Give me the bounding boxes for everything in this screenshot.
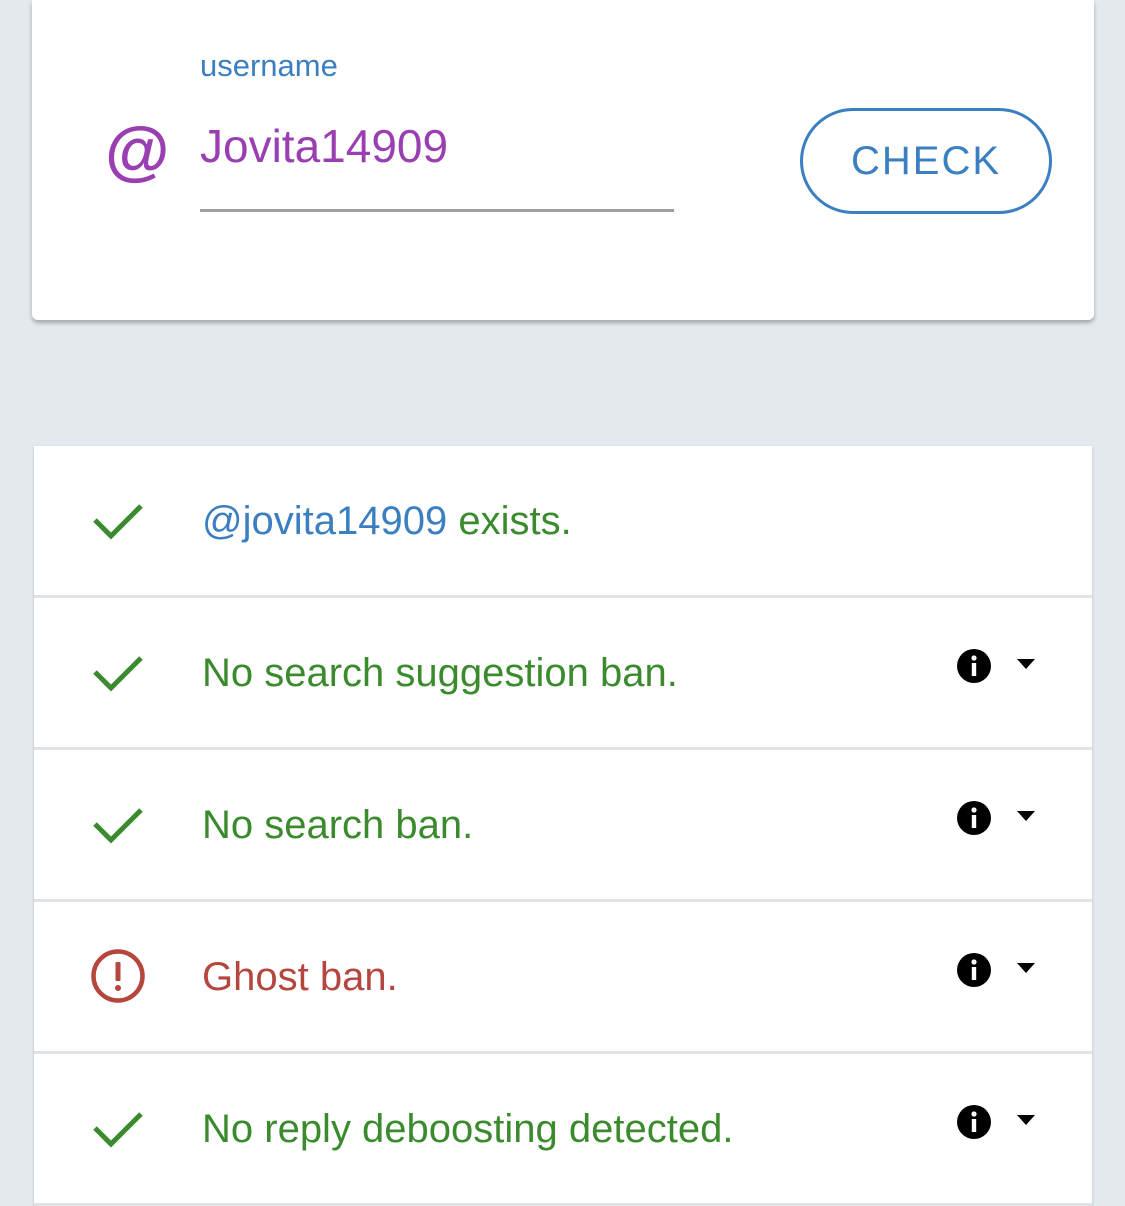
- results-list: @jovita14909 exists. No search suggestio…: [34, 446, 1092, 1206]
- username-label: username: [200, 48, 338, 83]
- result-text: No reply deboosting detected.: [202, 1107, 734, 1151]
- result-row-reply-deboosting[interactable]: No reply deboosting detected.: [34, 1054, 1092, 1206]
- check-button[interactable]: CHECK: [800, 108, 1052, 214]
- chevron-down-icon[interactable]: [1016, 962, 1036, 974]
- result-row-ghost-ban[interactable]: Ghost ban.: [34, 902, 1092, 1054]
- result-text: Ghost ban.: [202, 955, 398, 999]
- checkmark-icon: [93, 504, 143, 540]
- info-icon[interactable]: [956, 1104, 992, 1140]
- at-sign-icon: @: [104, 114, 169, 188]
- result-text: @jovita14909 exists.: [202, 499, 572, 543]
- alert-circle-icon: [91, 949, 145, 1003]
- info-icon[interactable]: [956, 800, 992, 836]
- username-handle-link[interactable]: @jovita14909: [202, 499, 447, 543]
- info-icon[interactable]: [956, 952, 992, 988]
- checkmark-icon: [93, 1112, 143, 1148]
- result-row-search-ban[interactable]: No search ban.: [34, 750, 1092, 902]
- result-text: No search suggestion ban.: [202, 651, 678, 695]
- username-input[interactable]: [200, 118, 674, 212]
- checkmark-icon: [93, 656, 143, 692]
- result-row-account-exists: @jovita14909 exists.: [34, 446, 1092, 598]
- result-row-search-suggestion-ban[interactable]: No search suggestion ban.: [34, 598, 1092, 750]
- chevron-down-icon[interactable]: [1016, 658, 1036, 670]
- result-text: No search ban.: [202, 803, 474, 847]
- chevron-down-icon[interactable]: [1016, 810, 1036, 822]
- username-check-card: @ username CHECK: [32, 0, 1094, 320]
- chevron-down-icon[interactable]: [1016, 1114, 1036, 1126]
- info-icon[interactable]: [956, 648, 992, 684]
- checkmark-icon: [93, 808, 143, 844]
